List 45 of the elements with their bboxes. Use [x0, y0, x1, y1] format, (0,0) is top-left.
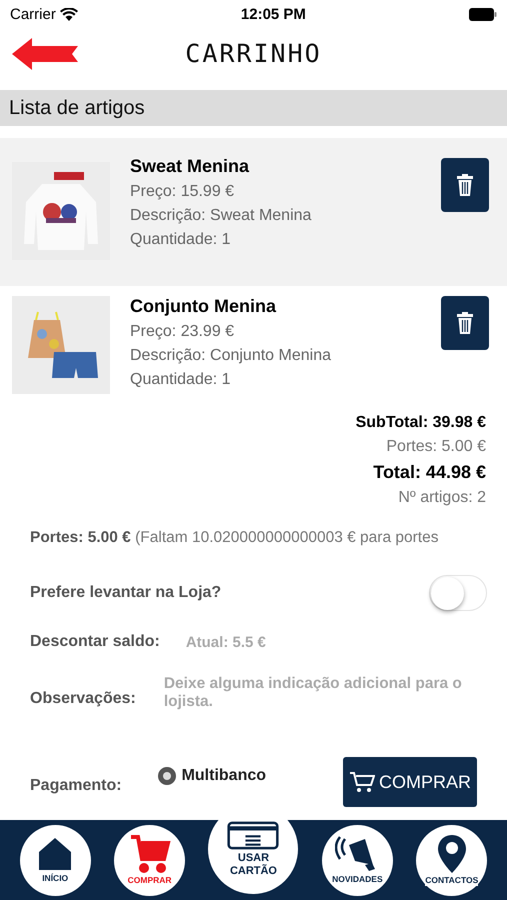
delete-button[interactable]: [441, 158, 489, 212]
notes-label: Observações:: [30, 690, 136, 708]
back-arrow-icon: [12, 38, 78, 70]
subtotal-text: SubTotal: 39.98 €: [356, 414, 486, 432]
location-pin-icon: [436, 834, 467, 874]
total-text: Total: 44.98 €: [373, 462, 486, 483]
radio-icon: [158, 767, 176, 785]
buy-button[interactable]: COMPRAR: [343, 757, 477, 807]
battery-icon: [468, 8, 497, 20]
nav-tab[interactable]: INÍCIO: [20, 824, 91, 896]
pickup-toggle[interactable]: [429, 575, 487, 611]
nav-tab[interactable]: COMPRAR: [114, 824, 186, 896]
clock-time: 12:05 PM: [240, 6, 306, 22]
card-icon: [227, 821, 280, 850]
cart-icon: [128, 834, 171, 874]
multibanco-radio[interactable]: Multibanco: [158, 767, 266, 785]
delete-button[interactable]: [441, 296, 489, 350]
item-name: Sweat Menina: [130, 156, 250, 177]
balance-label: Descontar saldo:: [30, 633, 160, 651]
section-title: Lista de artigos: [9, 96, 145, 120]
wifi-icon: [60, 8, 78, 20]
nav-tab[interactable]: CONTACTOS: [416, 824, 488, 896]
balance-value: Atual: 5.5 €: [186, 634, 266, 650]
pickup-label: Prefere levantar na Loja?: [30, 584, 222, 602]
item-quantity: Quantidade: 1: [130, 231, 232, 249]
nav-tab[interactable]: NOVIDADES: [322, 824, 393, 896]
item-price: Preço: 23.99 €: [130, 323, 236, 341]
carrier-label: Carrier: [10, 6, 56, 22]
item-price: Preço: 15.99 €: [130, 183, 236, 201]
notes-field[interactable]: Deixe alguma indicação adicional para o lojista.: [164, 675, 487, 723]
payment-label: Pagamento:: [30, 777, 122, 795]
item-description: Descrição: Conjunto Menina: [130, 347, 332, 365]
page-title: CARRINHO: [185, 38, 322, 68]
item-quantity: Quantidade: 1: [130, 371, 232, 389]
trash-icon: [457, 174, 473, 196]
item-name: Conjunto Menina: [130, 296, 278, 317]
item-count-text: Nº artigos: 2: [398, 489, 486, 507]
shipping-note: Portes: 5.00 € (Faltam 10.020000000000003 € para portes: [30, 529, 440, 547]
shipping-text: Portes: 5.00 €: [386, 438, 486, 456]
cart-icon: [349, 771, 375, 793]
cart-item[interactable]: Sweat Menina Preço: 15.99 € Descrição: Sweat Menina Quantidade: 1: [0, 138, 507, 286]
trash-icon: [457, 312, 473, 334]
back-button[interactable]: [12, 38, 78, 70]
item-description: Descrição: Sweat Menina: [130, 207, 312, 225]
home-icon: [37, 836, 74, 872]
